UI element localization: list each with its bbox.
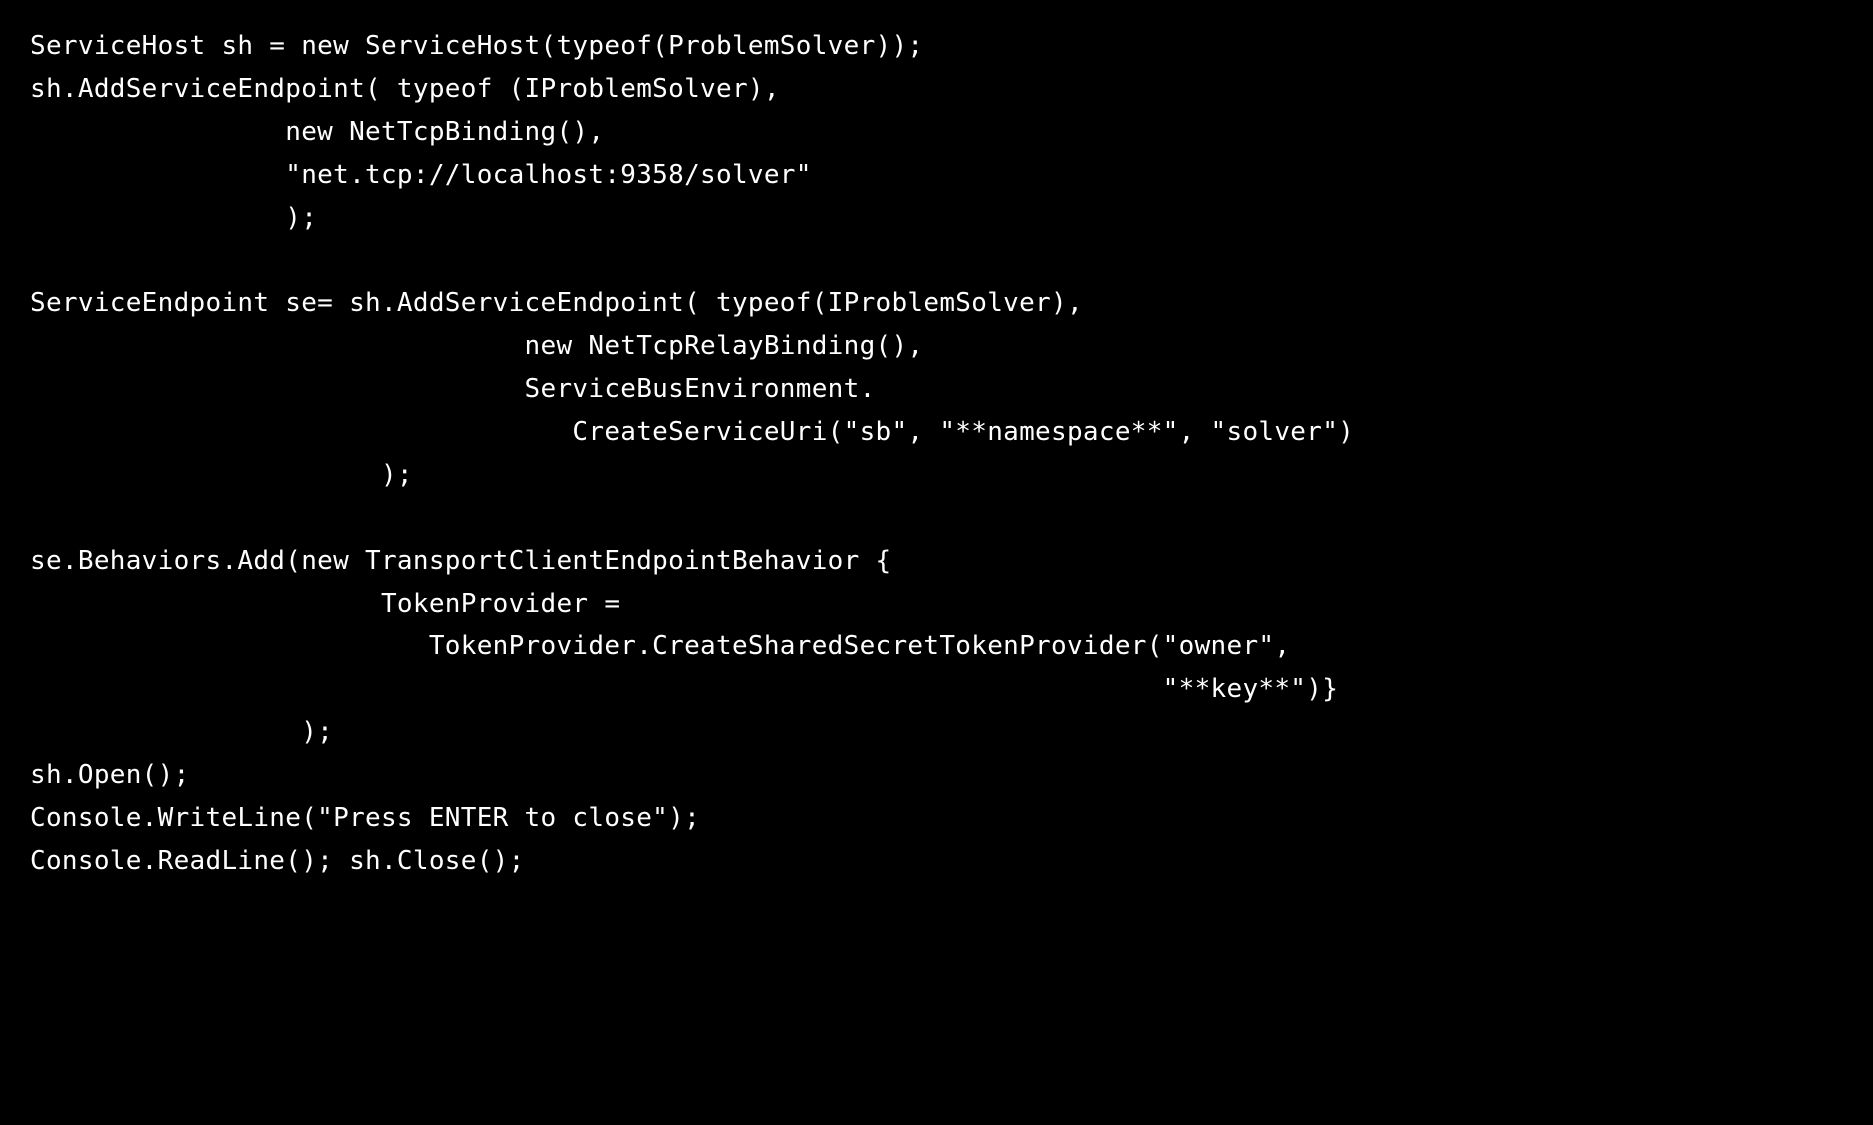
code-line: "**key**")}: [30, 674, 1338, 704]
code-block: ServiceHost sh = new ServiceHost(typeof(…: [0, 0, 1873, 908]
code-line: );: [30, 203, 317, 233]
code-line: Console.WriteLine("Press ENTER to close"…: [30, 803, 700, 833]
code-line: CreateServiceUri("sb", "**namespace**", …: [30, 417, 1354, 447]
code-line: TokenProvider.CreateSharedSecretTokenPro…: [30, 631, 1290, 661]
code-line: ServiceBusEnvironment.: [30, 374, 876, 404]
code-line: TokenProvider =: [30, 589, 620, 619]
code-line: ServiceHost sh = new ServiceHost(typeof(…: [30, 31, 923, 61]
code-line: "net.tcp://localhost:9358/solver": [30, 160, 812, 190]
code-line: Console.ReadLine(); sh.Close();: [30, 846, 525, 876]
code-line: );: [30, 460, 413, 490]
code-line: sh.Open();: [30, 760, 190, 790]
code-line: se.Behaviors.Add(new TransportClientEndp…: [30, 546, 891, 576]
code-line: new NetTcpRelayBinding(),: [30, 331, 923, 361]
code-line: ServiceEndpoint se= sh.AddServiceEndpoin…: [30, 288, 1083, 318]
code-line: );: [30, 717, 333, 747]
code-line: sh.AddServiceEndpoint( typeof (IProblemS…: [30, 74, 780, 104]
code-line: new NetTcpBinding(),: [30, 117, 604, 147]
